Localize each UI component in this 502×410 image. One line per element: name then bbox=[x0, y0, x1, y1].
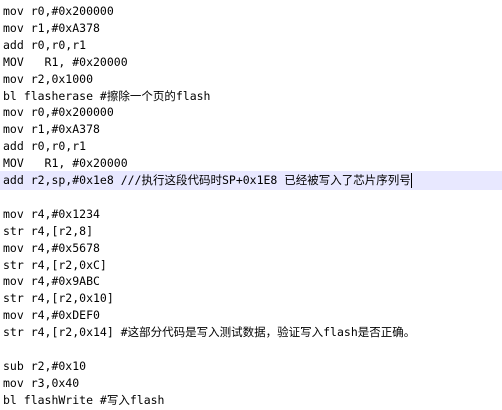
code-editor[interactable]: mov r0,#0x200000 mov r1,#0xA378 add r0,r… bbox=[0, 0, 502, 408]
code-line-11-text: add r2,sp,#0x1e8 ///执行这段代码时SP+0x1E8 已经被写… bbox=[3, 173, 411, 187]
text-caret bbox=[410, 173, 412, 188]
code-line-24[interactable]: bl flashWrite #写入flash bbox=[3, 391, 502, 410]
